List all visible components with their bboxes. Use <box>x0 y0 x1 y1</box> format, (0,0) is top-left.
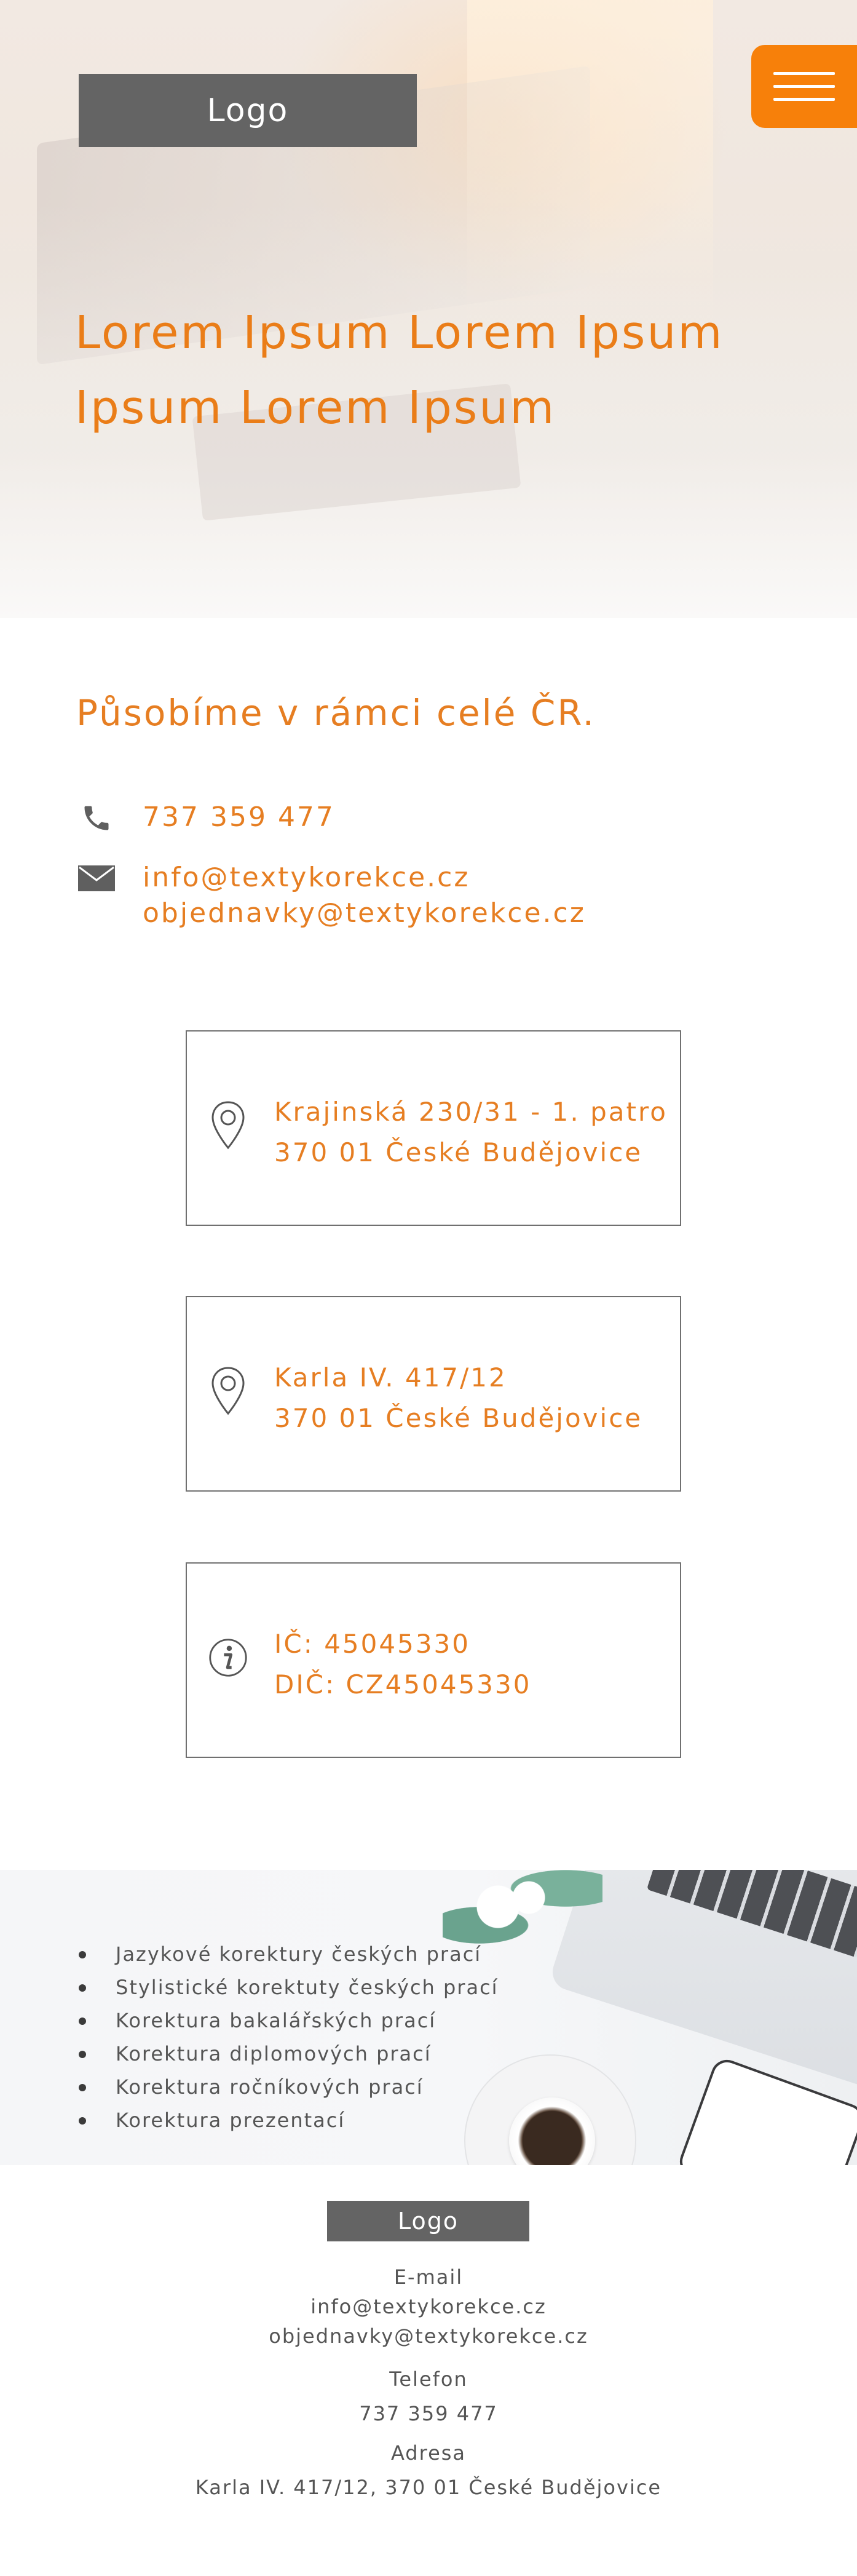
address-card-1: Krajinská 230/31 - 1. patro 370 01 České… <box>186 1030 681 1226</box>
footer-email-link-orders[interactable]: objednavky@textykorekce.cz <box>0 2321 857 2351</box>
footer-email-label: E-mail <box>393 2265 464 2289</box>
contact-heading: Působíme v rámci celé ČR. <box>76 692 596 734</box>
footer-phone-label: Telefon <box>389 2367 468 2391</box>
card-2-line-2: 370 01 České Budějovice <box>274 1403 643 1433</box>
footer-logo[interactable]: Logo <box>327 2201 529 2241</box>
location-pin-icon <box>208 1365 248 1418</box>
hero-title-line-1: Lorem Ipsum Lorem Ipsum <box>75 306 724 359</box>
footer-address: Karla IV. 417/12, 370 01 České Budějovic… <box>195 2476 662 2499</box>
hamburger-menu-icon <box>773 72 835 75</box>
location-pin-icon <box>208 1099 248 1152</box>
address-card-2: Karla IV. 417/12 370 01 České Budějovice <box>186 1296 681 1492</box>
contact-phone-link[interactable]: 737 359 477 <box>143 800 335 835</box>
hero-title: Lorem Ipsum Lorem Ipsum Ipsum Lorem Ipsu… <box>75 295 782 445</box>
mail-icon <box>76 860 117 897</box>
services-list-item: Korektura ročníkových prací <box>68 2070 499 2104</box>
footer-email-link-primary[interactable]: info@textykorekce.cz <box>0 2292 857 2321</box>
services-list: Jazykové korektury českých prací Stylist… <box>68 1938 499 2137</box>
hamburger-menu-button[interactable] <box>751 45 857 128</box>
services-list-item: Korektura prezentací <box>68 2104 499 2137</box>
services-list-item: Stylistické korektuty českých prací <box>68 1971 499 2004</box>
phone-icon <box>76 800 117 837</box>
header-logo[interactable]: Logo <box>79 74 417 147</box>
services-list-item: Korektura bakalářských prací <box>68 2004 499 2037</box>
services-list-item: Korektura diplomových prací <box>68 2037 499 2070</box>
company-id-card: IČ: 45045330 DIČ: CZ45045330 <box>186 1562 681 1758</box>
card-3-line-2: DIČ: CZ45045330 <box>274 1669 532 1699</box>
card-1-line-1: Krajinská 230/31 - 1. patro <box>274 1097 668 1127</box>
hero-section: Logo Lorem Ipsum Lorem Ipsum Ipsum Lorem… <box>0 0 857 618</box>
contact-email-link-primary[interactable]: info@textykorekce.cz <box>143 860 586 896</box>
hero-title-line-2: Ipsum Lorem Ipsum <box>75 381 556 434</box>
services-section: Jazykové korektury českých prací Stylist… <box>0 1870 857 2165</box>
card-2-line-1: Karla IV. 417/12 <box>274 1362 507 1393</box>
card-1-line-2: 370 01 České Budějovice <box>274 1137 643 1167</box>
footer-phone-link[interactable]: 737 359 477 <box>0 2399 857 2428</box>
footer-address-block: Adresa Karla IV. 417/12, 370 01 České Bu… <box>0 2438 857 2502</box>
footer-phone-block: Telefon 737 359 477 <box>0 2364 857 2428</box>
footer-email-block: E-mail info@textykorekce.cz objednavky@t… <box>0 2262 857 2351</box>
contact-email-row: info@textykorekce.cz objednavky@textykor… <box>76 860 586 931</box>
contact-phone-row: 737 359 477 <box>76 800 335 837</box>
info-icon <box>208 1631 248 1684</box>
services-list-item: Jazykové korektury českých prací <box>68 1938 499 1971</box>
contact-email-link-orders[interactable]: objednavky@textykorekce.cz <box>143 896 586 931</box>
footer-address-label: Adresa <box>390 2441 467 2465</box>
card-3-line-1: IČ: 45045330 <box>274 1629 470 1659</box>
